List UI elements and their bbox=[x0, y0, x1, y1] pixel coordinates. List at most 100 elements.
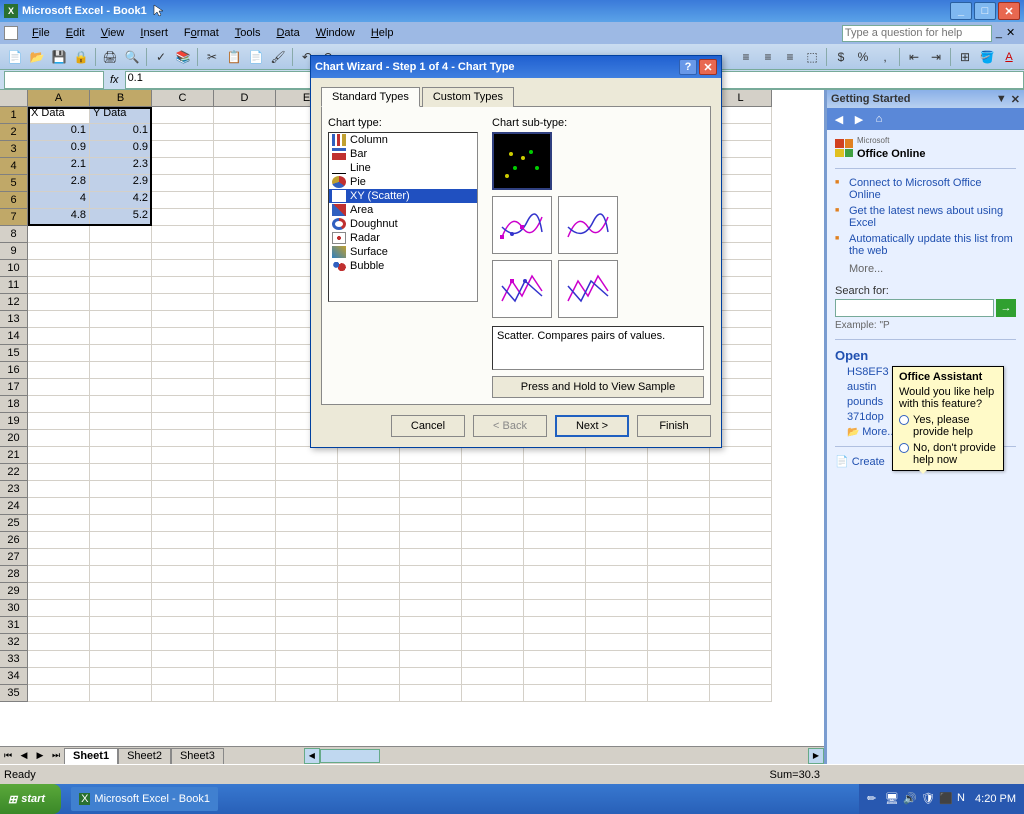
cell[interactable] bbox=[400, 668, 462, 685]
chart-type-item[interactable]: Column bbox=[329, 133, 477, 147]
cell[interactable] bbox=[338, 532, 400, 549]
cell[interactable] bbox=[710, 668, 772, 685]
cell[interactable] bbox=[524, 668, 586, 685]
tray-icon[interactable]: ✏ bbox=[867, 792, 881, 806]
balloon-option-no[interactable]: No, don't provide help now bbox=[899, 442, 997, 466]
tab-custom-types[interactable]: Custom Types bbox=[422, 87, 514, 107]
cell[interactable] bbox=[214, 634, 276, 651]
finish-button[interactable]: Finish bbox=[637, 415, 711, 437]
cell[interactable] bbox=[214, 430, 276, 447]
row-header[interactable]: 25 bbox=[0, 515, 28, 532]
cell[interactable] bbox=[462, 583, 524, 600]
comma-icon[interactable]: , bbox=[875, 47, 895, 67]
cell[interactable] bbox=[338, 634, 400, 651]
cell[interactable] bbox=[338, 617, 400, 634]
row-header[interactable]: 11 bbox=[0, 277, 28, 294]
cell[interactable] bbox=[524, 685, 586, 702]
cell[interactable] bbox=[524, 549, 586, 566]
row-header[interactable]: 23 bbox=[0, 481, 28, 498]
cell[interactable] bbox=[214, 668, 276, 685]
cell[interactable] bbox=[276, 464, 338, 481]
cell[interactable] bbox=[214, 566, 276, 583]
cell[interactable] bbox=[152, 498, 214, 515]
cell[interactable] bbox=[90, 532, 152, 549]
balloon-option-yes[interactable]: Yes, please provide help bbox=[899, 414, 997, 438]
cell[interactable] bbox=[338, 515, 400, 532]
cell[interactable] bbox=[28, 566, 90, 583]
cell[interactable] bbox=[276, 549, 338, 566]
cell[interactable] bbox=[28, 311, 90, 328]
cell[interactable] bbox=[338, 447, 400, 464]
cell[interactable] bbox=[28, 277, 90, 294]
cell[interactable] bbox=[90, 685, 152, 702]
dialog-close-button[interactable]: ✕ bbox=[699, 59, 717, 75]
cell[interactable] bbox=[400, 583, 462, 600]
row-header[interactable]: 4 bbox=[0, 158, 28, 175]
cell[interactable] bbox=[710, 634, 772, 651]
row-header[interactable]: 8 bbox=[0, 226, 28, 243]
fill-color-icon[interactable]: 🪣 bbox=[977, 47, 997, 67]
cell[interactable] bbox=[214, 107, 276, 124]
cell[interactable] bbox=[214, 583, 276, 600]
cell[interactable] bbox=[648, 566, 710, 583]
cell[interactable] bbox=[152, 192, 214, 209]
cell[interactable] bbox=[338, 549, 400, 566]
cell[interactable] bbox=[710, 464, 772, 481]
cell[interactable] bbox=[152, 413, 214, 430]
start-button[interactable]: ⊞start bbox=[0, 784, 61, 814]
row-header[interactable]: 13 bbox=[0, 311, 28, 328]
cell[interactable] bbox=[214, 243, 276, 260]
cell[interactable] bbox=[586, 549, 648, 566]
copy-icon[interactable]: 📋 bbox=[224, 47, 244, 67]
row-header[interactable]: 14 bbox=[0, 328, 28, 345]
cell[interactable] bbox=[214, 396, 276, 413]
cell[interactable] bbox=[338, 600, 400, 617]
row-header[interactable]: 19 bbox=[0, 413, 28, 430]
cell[interactable] bbox=[90, 600, 152, 617]
cell[interactable] bbox=[214, 600, 276, 617]
cell[interactable] bbox=[276, 617, 338, 634]
search-go-button[interactable]: → bbox=[996, 299, 1016, 317]
cell[interactable] bbox=[400, 634, 462, 651]
cell[interactable] bbox=[28, 260, 90, 277]
cell[interactable] bbox=[524, 566, 586, 583]
cell[interactable] bbox=[90, 498, 152, 515]
cell[interactable] bbox=[648, 668, 710, 685]
subtype-scatter-smooth-markers[interactable] bbox=[492, 196, 552, 254]
indent-inc-icon[interactable]: ⇥ bbox=[926, 47, 946, 67]
row-header[interactable]: 2 bbox=[0, 124, 28, 141]
row-header[interactable]: 30 bbox=[0, 600, 28, 617]
cancel-button[interactable]: Cancel bbox=[391, 415, 465, 437]
cell[interactable] bbox=[90, 311, 152, 328]
cell[interactable] bbox=[338, 668, 400, 685]
row-header[interactable]: 15 bbox=[0, 345, 28, 362]
cell[interactable] bbox=[152, 396, 214, 413]
cell[interactable] bbox=[648, 685, 710, 702]
back-icon[interactable]: ◀ bbox=[831, 111, 847, 127]
next-button[interactable]: Next > bbox=[555, 415, 629, 437]
cell[interactable] bbox=[214, 277, 276, 294]
cell[interactable] bbox=[276, 566, 338, 583]
cell[interactable] bbox=[276, 651, 338, 668]
cell[interactable] bbox=[524, 583, 586, 600]
cell[interactable] bbox=[90, 277, 152, 294]
cell[interactable] bbox=[524, 617, 586, 634]
borders-icon[interactable]: ⊞ bbox=[955, 47, 975, 67]
cell[interactable] bbox=[152, 175, 214, 192]
cell[interactable] bbox=[28, 362, 90, 379]
cell[interactable] bbox=[214, 311, 276, 328]
cell[interactable] bbox=[400, 651, 462, 668]
cell[interactable] bbox=[28, 226, 90, 243]
row-header[interactable]: 5 bbox=[0, 175, 28, 192]
menu-file[interactable]: File bbox=[24, 25, 58, 41]
fx-icon[interactable]: fx bbox=[110, 74, 119, 86]
cell[interactable]: 4.8 bbox=[28, 209, 90, 226]
cell[interactable] bbox=[214, 175, 276, 192]
cell[interactable] bbox=[338, 498, 400, 515]
cell[interactable] bbox=[214, 362, 276, 379]
cell[interactable] bbox=[648, 532, 710, 549]
cell[interactable] bbox=[710, 583, 772, 600]
cell[interactable] bbox=[524, 481, 586, 498]
tray-icon[interactable]: 🖥 bbox=[885, 792, 899, 806]
cell[interactable] bbox=[586, 617, 648, 634]
